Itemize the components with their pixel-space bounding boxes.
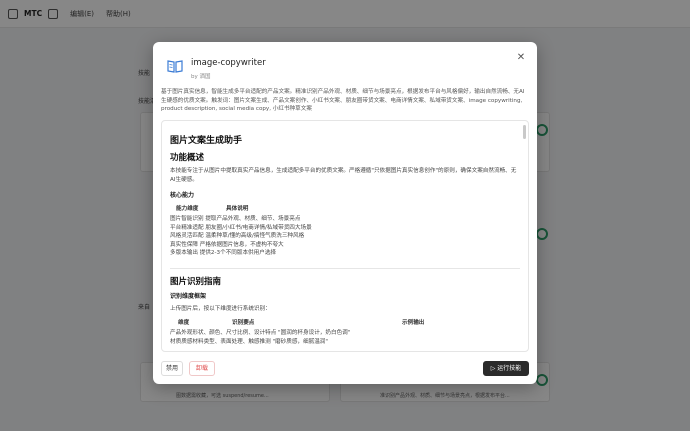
skill-detail-modal: image-copywriter by 洒国 ✕ 基于图片真实信息，智能生成多平…: [153, 42, 537, 384]
skill-author: by 洒国: [191, 74, 211, 80]
uninstall-button[interactable]: 卸载: [189, 361, 215, 376]
core-table: 能力维度 具体说明 图片智能识别 提取产品外观、材质、细节、场景亮点 平台精准适…: [170, 204, 520, 258]
table-header-cell: 具体说明: [226, 206, 249, 212]
guide-heading: 图片识别指南: [170, 276, 222, 287]
core-heading: 核心能力: [170, 192, 195, 199]
frame-heading: 识别维度框架: [170, 292, 207, 300]
run-skill-label: 运行技能: [497, 365, 522, 372]
skill-document[interactable]: 图片文案生成助手 功能概述 本技能专注于从图片中提取真实产品信息，生成适配多平台…: [161, 120, 529, 352]
modal-header: image-copywriter by 洒国: [167, 56, 266, 80]
close-button[interactable]: ✕: [515, 52, 527, 64]
frame-text: 上传图片后，按以下维度进行系统识别：: [170, 305, 271, 312]
doc-title: 图片文案生成助手: [170, 136, 243, 146]
table-row: 材质质感材料类型、表面处理、触感推测 "磨砂质感，细腻温润": [170, 338, 328, 345]
table-row: 风格灵活匹配 温柔种草/懂的高级/搞怪气质洗三种风格: [170, 233, 305, 239]
overview-heading: 功能概述: [170, 153, 205, 163]
close-icon: ✕: [516, 52, 526, 63]
table-row: 多版本输出 提供2-3个不同版本供用户选择: [170, 250, 277, 256]
doc-scrollbar[interactable]: [523, 125, 526, 139]
skill-title: image-copywriter: [191, 58, 266, 68]
table-header-cell: 示例输出: [402, 320, 425, 326]
overview-text: 本技能专注于从图片中提取真实产品信息，生成适配多平台的优质文案。严格遵循"只依据…: [170, 168, 517, 183]
disable-button[interactable]: 禁用: [161, 361, 183, 376]
table-header-cell: 识别要点: [232, 320, 255, 326]
run-skill-button[interactable]: ▷ 运行技能: [483, 361, 529, 376]
table-row: 平台精准适配 朋友圈/小红书/电商详情/私域带货四大场景: [170, 224, 312, 231]
table-header-cell: 能力维度: [176, 206, 199, 212]
table-row: 真实性保障 严格依据图片信息，不虚构不夸大: [170, 241, 284, 248]
table-header: 维度 识别要点 示例输出: [170, 318, 520, 326]
table-header: 能力维度 具体说明: [170, 204, 520, 212]
modal-footer: 禁用 卸载 ▷ 运行技能: [153, 356, 537, 384]
table-header-cell: 维度: [178, 320, 190, 326]
frame-table: 维度 识别要点 示例输出 产品外观形状、颜色、尺寸比例、设计特点 "圆润的杯身设…: [170, 318, 520, 346]
divider: [170, 267, 520, 269]
book-icon: [167, 60, 183, 73]
table-row: 图片智能识别 提取产品外观、材质、细节、场景亮点: [170, 216, 301, 222]
skill-description: 基于图片真实信息，智能生成多平台适配的产品文案。精准识别产品外观、材质、细节与场…: [161, 89, 525, 112]
table-row: 产品外观形状、颜色、尺寸比例、设计特点 "圆润的杯身设计，奶白色调": [170, 330, 351, 336]
